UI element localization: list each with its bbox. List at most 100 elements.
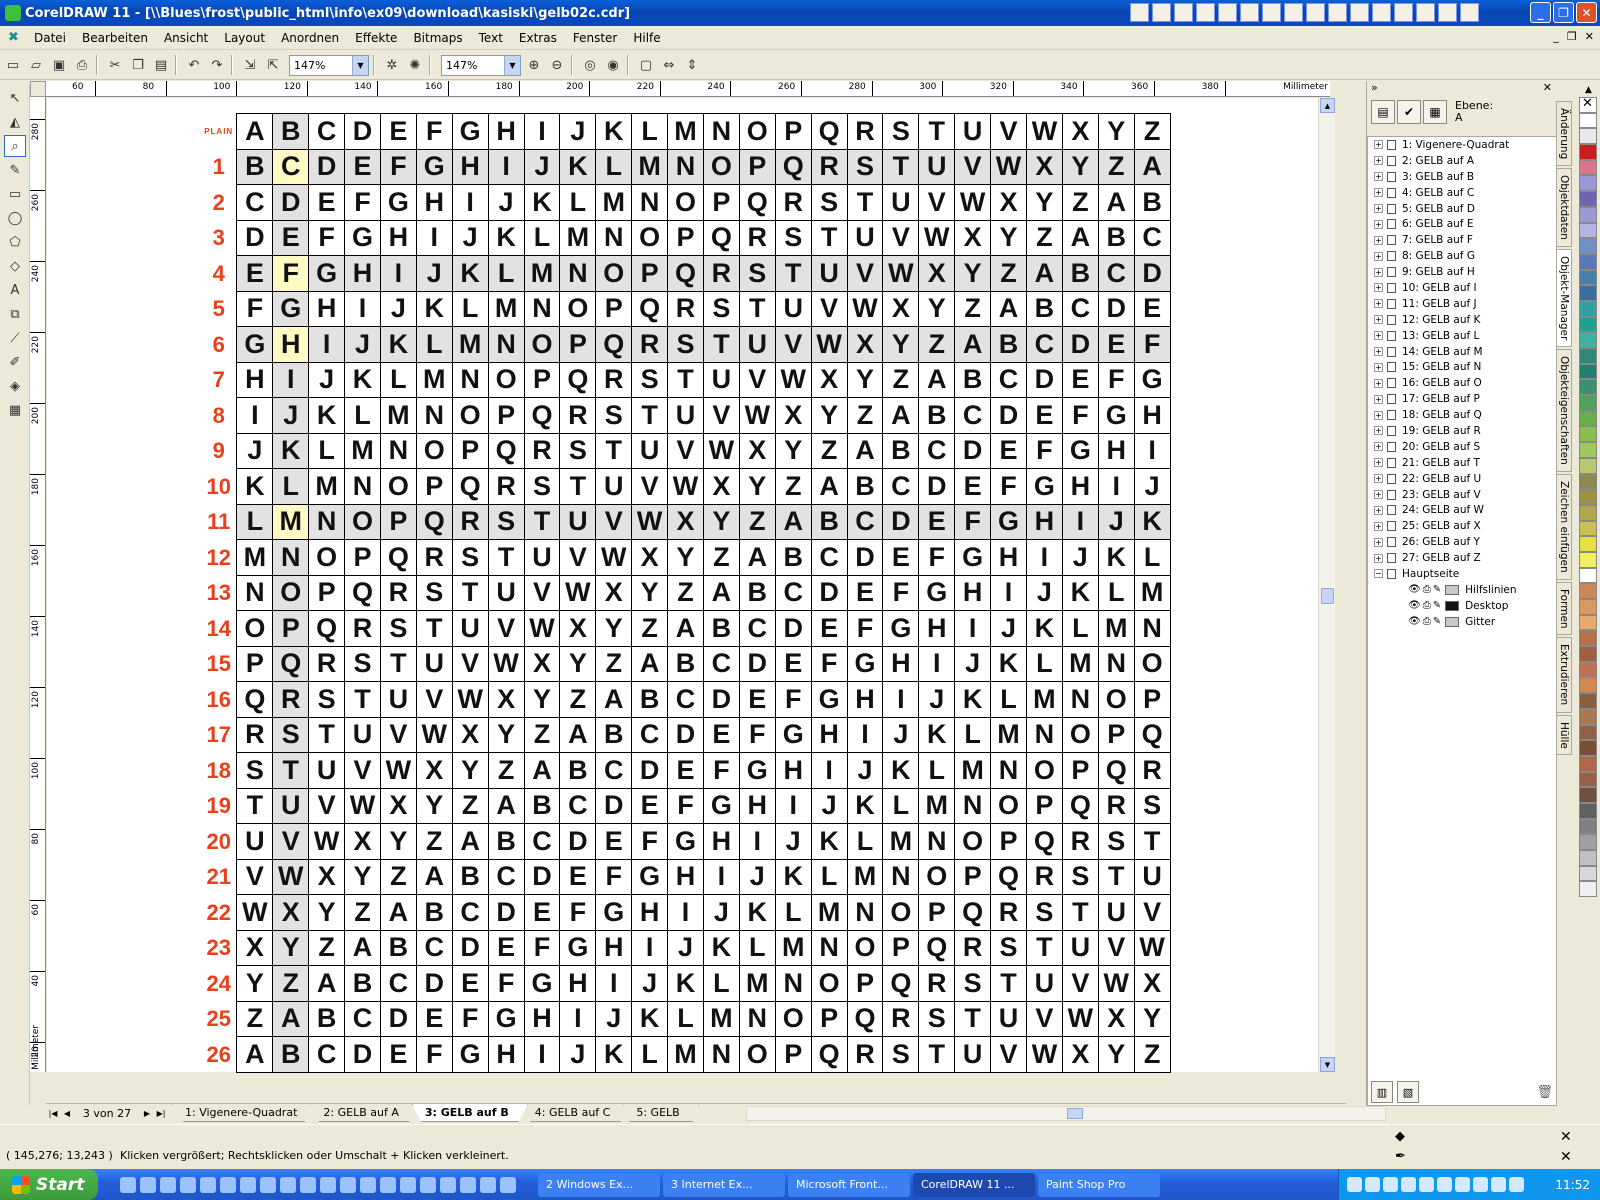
page-tab-active[interactable]: 3: GELB auf B xyxy=(411,1104,528,1122)
new-layer-icon[interactable]: ▥ xyxy=(1371,1081,1393,1103)
object-tree-page[interactable]: +10: GELB auf I xyxy=(1368,280,1556,296)
color-swatch[interactable] xyxy=(1579,159,1597,176)
fill-tool-icon[interactable]: ◈ xyxy=(4,375,26,397)
object-tree-page[interactable]: +22: GELB auf U xyxy=(1368,471,1556,487)
object-tree-page[interactable]: +8: GELB auf G xyxy=(1368,248,1556,264)
task-button[interactable]: 2 Windows Ex... xyxy=(538,1172,660,1197)
color-swatch[interactable] xyxy=(1579,504,1597,521)
quick-icon[interactable] xyxy=(1196,3,1215,22)
expand-icon[interactable]: + xyxy=(1374,299,1383,309)
object-tree-page[interactable]: +15: GELB auf N xyxy=(1368,359,1556,375)
zoom-to-all-icon[interactable]: ◉ xyxy=(603,55,623,75)
object-tree-page[interactable]: +24: GELB auf W xyxy=(1368,502,1556,518)
task-button[interactable]: Paint Shop Pro xyxy=(1038,1172,1160,1197)
expand-icon[interactable]: + xyxy=(1374,331,1383,341)
expand-icon[interactable]: + xyxy=(1374,140,1383,150)
tray-icon[interactable] xyxy=(1347,1177,1362,1192)
color-swatch[interactable] xyxy=(1579,520,1597,537)
page-tab[interactable]: 2: GELB auf A xyxy=(310,1104,418,1122)
color-swatch[interactable] xyxy=(1579,630,1597,647)
docker-tab[interactable]: Änderung xyxy=(1556,101,1572,167)
eye-icon[interactable]: 👁 xyxy=(1408,600,1421,611)
menu-extras[interactable]: Extras xyxy=(519,31,567,45)
object-tree-page[interactable]: +7: GELB auf F xyxy=(1368,232,1556,248)
expand-icon[interactable]: + xyxy=(1374,537,1383,547)
quick-launch-icon[interactable] xyxy=(480,1176,496,1193)
quick-launch-icon[interactable] xyxy=(280,1176,296,1193)
scroll-up-icon[interactable]: ▲ xyxy=(1320,98,1335,113)
color-swatch[interactable] xyxy=(1579,316,1597,333)
chevron-down-icon[interactable]: ▼ xyxy=(504,55,520,75)
color-swatch[interactable] xyxy=(1579,708,1597,725)
expand-icon[interactable]: + xyxy=(1374,426,1383,436)
color-swatch[interactable] xyxy=(1579,442,1597,458)
quick-launch-icon[interactable] xyxy=(420,1176,436,1193)
expand-icon[interactable]: + xyxy=(1374,172,1383,182)
tray-icon[interactable] xyxy=(1401,1177,1416,1192)
vertical-ruler[interactable]: Millimeter 280 260 240 220 200 180 160 140 120 10… xyxy=(30,97,46,1072)
color-swatch[interactable] xyxy=(1579,646,1597,662)
color-swatch[interactable] xyxy=(1579,144,1597,160)
polygon-tool-icon[interactable]: ⬠ xyxy=(4,231,26,253)
collapse-icon[interactable]: − xyxy=(1374,569,1383,579)
trash-icon[interactable]: 🗑 xyxy=(1536,1085,1553,1100)
save-icon[interactable]: ▣ xyxy=(49,55,69,75)
menu-ansicht[interactable]: Ansicht xyxy=(164,31,218,45)
first-page-icon[interactable]: |◀ xyxy=(46,1106,60,1120)
close-button[interactable]: ✕ xyxy=(1576,2,1597,23)
quick-launch-icon[interactable] xyxy=(500,1176,516,1193)
quick-launch-icon[interactable] xyxy=(340,1176,356,1193)
expand-icon[interactable]: + xyxy=(1374,410,1383,420)
object-tree-page[interactable]: +9: GELB auf H xyxy=(1368,264,1556,280)
color-swatch[interactable] xyxy=(1579,834,1597,850)
new-document-icon[interactable]: ▭ xyxy=(3,55,23,75)
quick-icon[interactable] xyxy=(1262,3,1281,22)
expand-icon[interactable]: + xyxy=(1374,394,1383,404)
color-swatch[interactable] xyxy=(1579,802,1597,819)
quick-launch-icon[interactable] xyxy=(320,1176,336,1193)
export-icon[interactable]: ⇱ xyxy=(263,55,283,75)
color-swatch[interactable] xyxy=(1579,253,1597,270)
zoom-level-combo[interactable]: 147% ▼ xyxy=(289,54,369,76)
expand-icon[interactable]: + xyxy=(1374,267,1383,277)
color-swatch[interactable] xyxy=(1579,175,1597,192)
docker-close-icon[interactable]: ✕ xyxy=(1543,81,1552,97)
color-swatch[interactable] xyxy=(1579,473,1597,490)
object-tree-master-page[interactable]: − Hauptseite xyxy=(1368,566,1556,582)
color-swatch[interactable] xyxy=(1579,379,1597,396)
object-tree-page[interactable]: +18: GELB auf Q xyxy=(1368,407,1556,423)
docker-expand-icon[interactable]: » xyxy=(1371,81,1378,97)
no-color-swatch[interactable] xyxy=(1579,96,1597,113)
master-layer[interactable]: 👁 ⎙ ✎ Desktop xyxy=(1368,598,1556,614)
object-tree-page[interactable]: +20: GELB auf S xyxy=(1368,439,1556,455)
pencil-icon[interactable]: ✎ xyxy=(1433,584,1441,595)
color-swatch[interactable] xyxy=(1579,661,1597,678)
copy-icon[interactable]: ❐ xyxy=(128,55,148,75)
object-tree-page[interactable]: +6: GELB auf E xyxy=(1368,216,1556,232)
document-icon[interactable]: ✖ xyxy=(8,30,22,45)
object-tree-page[interactable]: +19: GELB auf R xyxy=(1368,423,1556,439)
quick-launch-icon[interactable] xyxy=(200,1176,216,1193)
edit-across-layers-icon[interactable]: ✔ xyxy=(1397,100,1421,124)
zoom-to-width-icon[interactable]: ⇔ xyxy=(659,55,679,75)
object-tree-page[interactable]: +21: GELB auf T xyxy=(1368,455,1556,471)
zoom-in-icon[interactable]: ⊕ xyxy=(524,55,544,75)
menu-hilfe[interactable]: Hilfe xyxy=(633,31,670,45)
rectangle-tool-icon[interactable]: ▭ xyxy=(4,183,26,205)
color-swatch[interactable] xyxy=(1579,457,1597,474)
expand-icon[interactable]: + xyxy=(1374,458,1383,468)
drawing-canvas[interactable]: PLAIN A B C D E F G H I J K L M N O P Q R S T U V W X Y Z 1 B C D E F G H I… xyxy=(47,98,1318,1073)
quick-icon[interactable] xyxy=(1174,3,1193,22)
tray-icon[interactable] xyxy=(1455,1177,1470,1192)
start-button[interactable]: Start xyxy=(0,1169,98,1200)
expand-icon[interactable]: + xyxy=(1374,553,1383,563)
quick-launch-icon[interactable] xyxy=(160,1176,176,1193)
tray-icon[interactable] xyxy=(1419,1177,1434,1192)
eyedropper-tool-icon[interactable]: ⟋ xyxy=(4,327,26,349)
eye-icon[interactable]: 👁 xyxy=(1408,584,1421,595)
previous-page-icon[interactable]: ◀ xyxy=(60,1106,74,1120)
menu-bitmaps[interactable]: Bitmaps xyxy=(413,31,472,45)
quick-icon[interactable] xyxy=(1130,3,1149,22)
quick-launch-icon[interactable] xyxy=(300,1176,316,1193)
expand-icon[interactable]: + xyxy=(1374,474,1383,484)
